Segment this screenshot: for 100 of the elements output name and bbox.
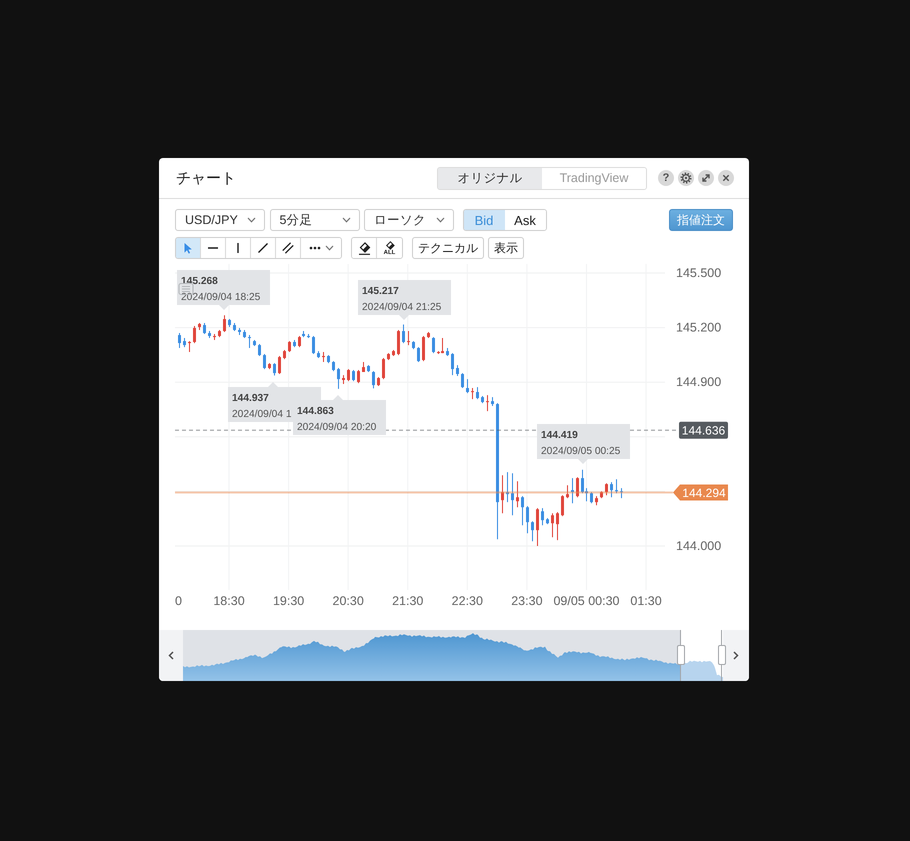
candlestick xyxy=(178,332,181,348)
x-axis-label: 23:30 xyxy=(511,594,543,608)
candlestick xyxy=(322,351,325,362)
price-tag-value: 144.636 xyxy=(682,424,726,438)
candlestick xyxy=(541,508,544,526)
candlestick xyxy=(620,488,623,499)
candlestick xyxy=(556,512,559,541)
candlestick xyxy=(576,476,579,498)
timeframe-dropdown[interactable]: 5分足 xyxy=(270,209,360,231)
candlestick xyxy=(183,337,186,348)
candlestick xyxy=(581,469,584,494)
help-button[interactable]: ? xyxy=(658,170,674,186)
settings-icon[interactable] xyxy=(678,170,694,186)
candlestick xyxy=(347,368,350,382)
tooltip-time: 2024/09/05 00:25 xyxy=(541,446,620,457)
x-axis-label: 18:30 xyxy=(213,594,245,608)
candlestick xyxy=(471,388,474,400)
candlestick xyxy=(258,343,261,356)
y-axis-label: 145.500 xyxy=(676,266,722,280)
chevron-left-icon xyxy=(168,651,174,660)
candlestick xyxy=(273,362,276,376)
candlestick xyxy=(357,370,360,384)
candlestick xyxy=(501,474,504,514)
candlestick xyxy=(417,346,420,362)
currency-pair-dropdown[interactable]: USD/JPY xyxy=(175,209,265,231)
candlestick xyxy=(441,337,444,354)
tooltip-price: 145.217 xyxy=(362,286,399,297)
technical-indicators-button[interactable]: テクニカル xyxy=(412,237,484,259)
candlestick xyxy=(536,508,539,546)
candlestick xyxy=(486,394,489,412)
candlestick xyxy=(590,492,593,504)
display-settings-button[interactable]: 表示 xyxy=(488,237,524,259)
candlestick xyxy=(422,335,425,362)
tooltip-price: 144.419 xyxy=(541,430,578,441)
y-axis-label: 144.000 xyxy=(676,539,722,553)
candlestick xyxy=(382,357,385,380)
candlestick xyxy=(531,520,534,542)
candlestick xyxy=(283,349,286,360)
tooltip-time: 2024/09/04 18:25 xyxy=(181,292,260,303)
x-axis-label: 01:30 xyxy=(630,594,662,608)
candlestick xyxy=(372,370,375,389)
chevron-right-icon xyxy=(733,651,739,660)
x-axis-label: 21:30 xyxy=(392,594,424,608)
y-axis-label: 144.900 xyxy=(676,375,722,390)
chevron-down-icon xyxy=(342,217,350,223)
x-axis-label: 20:30 xyxy=(332,594,364,608)
candlestick xyxy=(432,336,435,354)
range-handle[interactable] xyxy=(677,645,685,665)
y-axis-label: 145.200 xyxy=(676,320,722,335)
candlestick xyxy=(566,484,569,499)
view-tab[interactable]: オリジナル xyxy=(438,168,542,188)
candlestick xyxy=(526,506,529,534)
price-tag-value: 144.294 xyxy=(682,486,726,500)
candlestick xyxy=(516,480,519,508)
scroll-right-button[interactable] xyxy=(723,630,749,681)
x-axis-label: 19:30 xyxy=(272,594,304,608)
candlestick xyxy=(561,494,564,517)
candlestick xyxy=(511,472,514,516)
close-icon[interactable] xyxy=(718,170,734,186)
candlestick xyxy=(571,478,574,504)
parallel-lines-icon xyxy=(282,242,294,254)
chevron-down-icon xyxy=(247,217,256,223)
diagonal-line-icon xyxy=(257,242,269,254)
candlestick xyxy=(278,355,281,375)
erase-button[interactable] xyxy=(352,238,377,258)
candlestick xyxy=(407,330,410,346)
candlestick xyxy=(352,370,355,382)
candlestick xyxy=(521,496,524,526)
candlestick xyxy=(402,324,405,344)
candlestick xyxy=(456,364,459,377)
pointer-tool-button[interactable] xyxy=(176,238,201,258)
expand-icon[interactable] xyxy=(698,170,714,186)
eraser-icon xyxy=(384,240,394,250)
candlestick xyxy=(451,352,454,376)
range-handle[interactable] xyxy=(718,645,726,665)
candlestick xyxy=(605,482,608,496)
candlestick xyxy=(476,386,479,400)
chevron-down-icon xyxy=(324,245,334,251)
candlestick xyxy=(595,496,598,506)
candlestick xyxy=(223,314,226,332)
candlestick xyxy=(551,512,554,538)
candlestick xyxy=(248,334,251,348)
candlestick xyxy=(466,378,469,394)
cursor-icon xyxy=(182,242,194,254)
candlestick xyxy=(288,340,291,352)
candlestick xyxy=(193,325,196,344)
chevron-down-icon xyxy=(436,217,445,223)
tooltip-price: 144.937 xyxy=(232,393,269,404)
tooltip-time: 2024/09/04 1 xyxy=(232,409,292,420)
tooltip-time: 2024/09/04 20:20 xyxy=(297,422,376,433)
candlestick xyxy=(615,478,618,494)
candlestick xyxy=(312,335,315,354)
candlestick xyxy=(263,353,266,370)
candlestick xyxy=(610,482,613,498)
chart-type-dropdown[interactable]: ローソク xyxy=(364,209,454,231)
candlestick xyxy=(298,335,301,348)
eraser-icon xyxy=(358,242,370,254)
x-axis-label: 22:30 xyxy=(452,594,483,608)
candlestick xyxy=(461,372,464,389)
candlestick xyxy=(397,329,400,356)
